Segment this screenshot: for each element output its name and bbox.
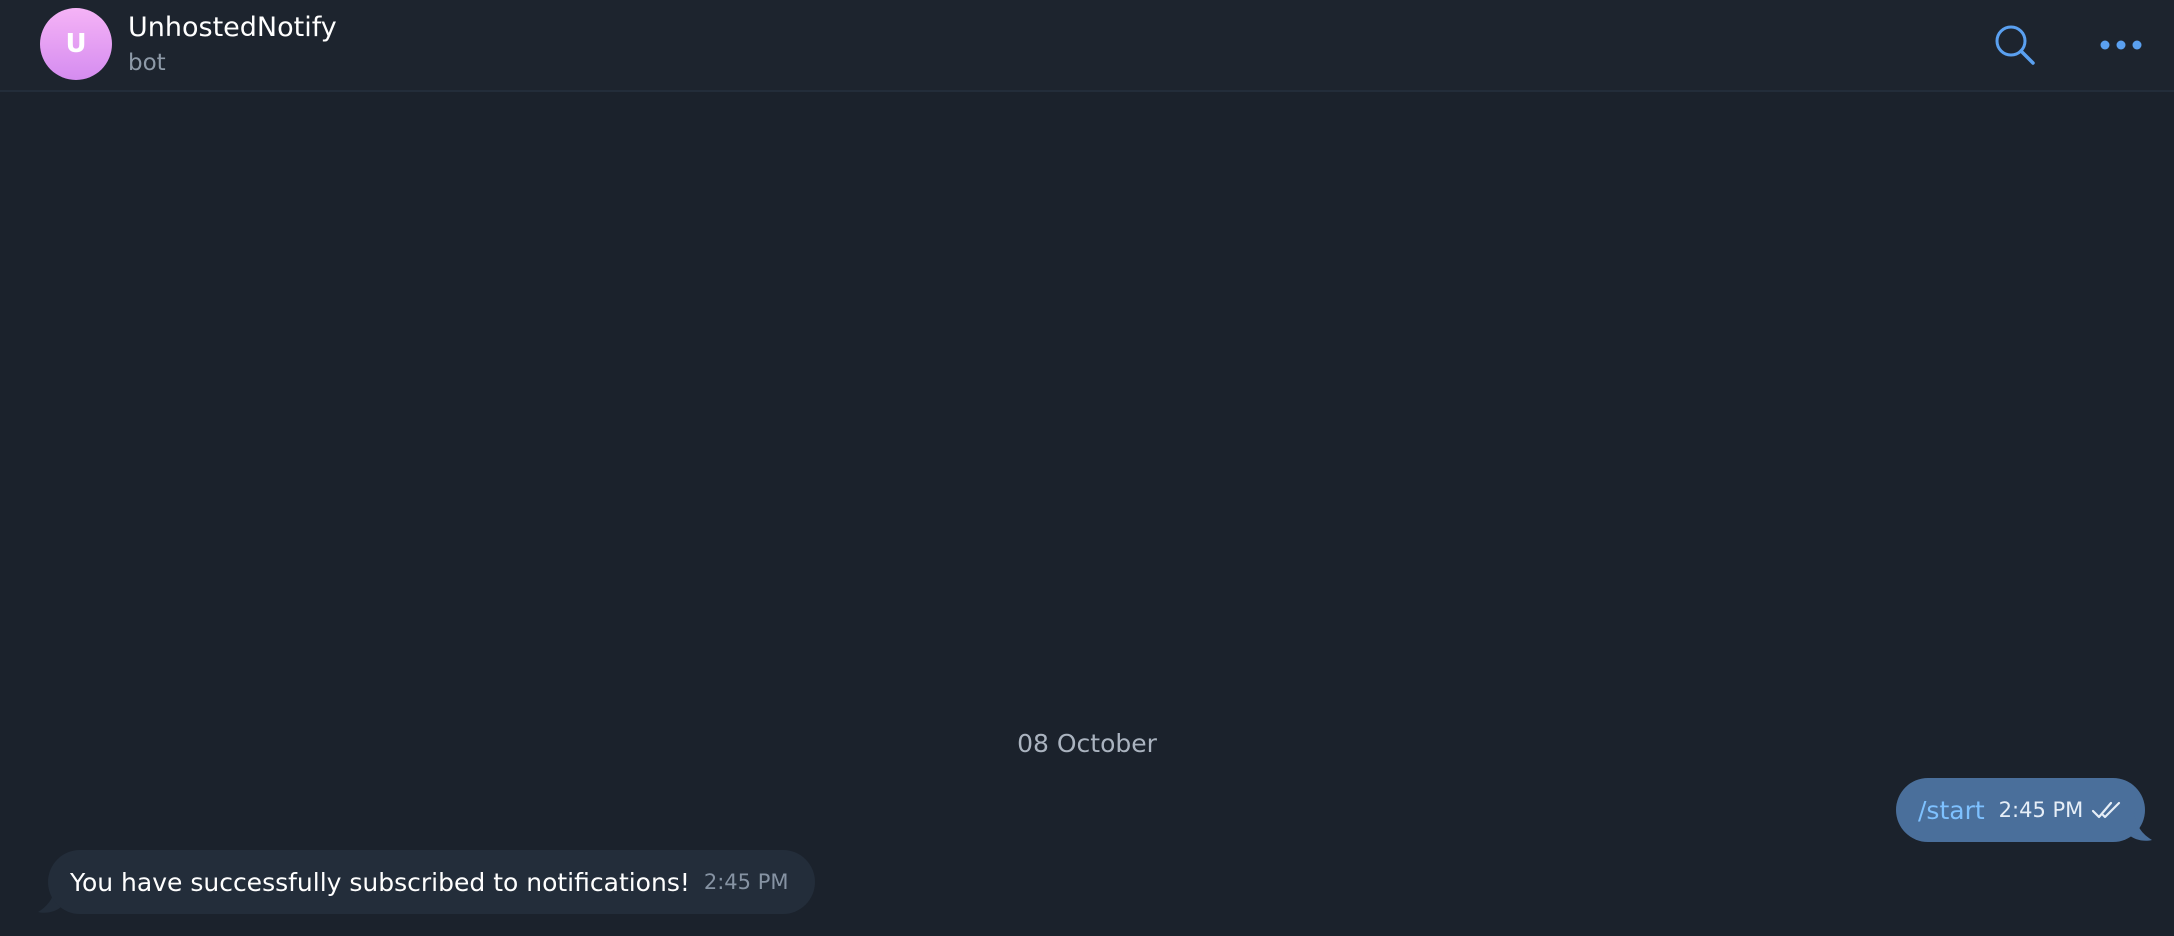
incoming-message[interactable]: You have successfully subscribed to noti… [48,850,815,914]
outgoing-message[interactable]: /start 2:45 PM [1896,778,2146,842]
avatar[interactable]: U [40,8,112,80]
message-time: 2:45 PM [703,870,789,894]
message-time: 2:45 PM [1998,798,2084,822]
chat-subtitle: bot [128,50,166,76]
chat-header: U UnhostedNotify bot [0,0,2174,92]
search-button[interactable] [1990,20,2040,70]
double-check-icon [2092,801,2121,819]
chat-title[interactable]: UnhostedNotify [128,10,337,46]
bubble-tail [2128,812,2152,841]
chat-window: U UnhostedNotify bot 08 October /start 2… [0,0,2174,936]
more-options-button[interactable] [2096,20,2146,70]
message-text: You have successfully subscribed to noti… [70,867,690,897]
command-link[interactable]: /start [1918,796,1985,825]
date-separator: 08 October [1017,729,1157,758]
more-icon [2100,40,2142,50]
search-icon [1995,25,2035,65]
